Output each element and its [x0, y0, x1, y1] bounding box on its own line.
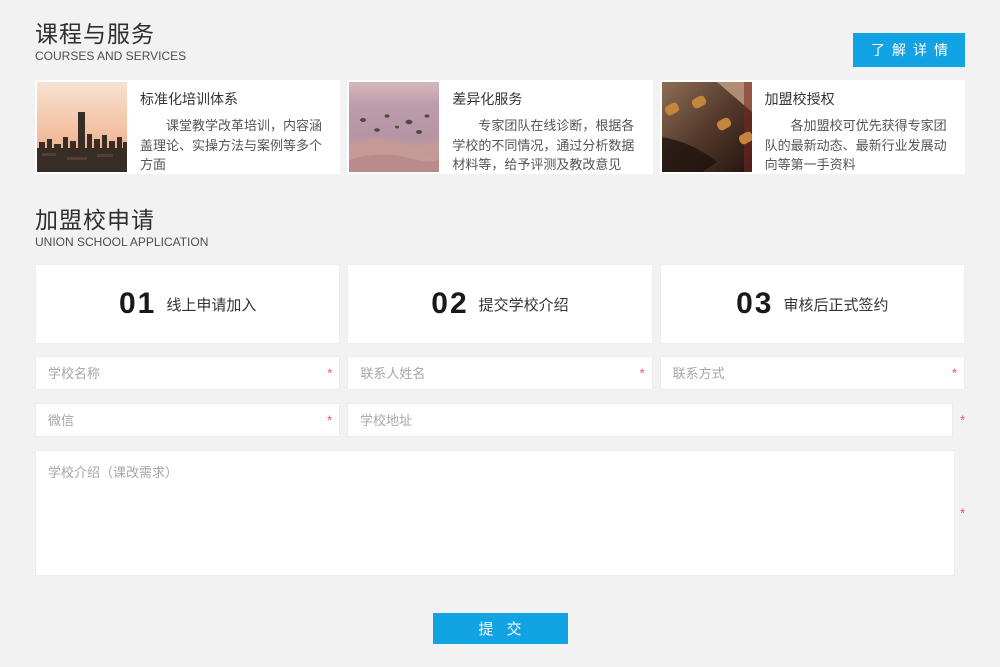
required-asterisk: *: [640, 367, 645, 380]
card-title: 加盟校授权: [765, 89, 953, 109]
step-sign-contract: 03 审核后正式签约: [660, 264, 965, 344]
contact-method-input[interactable]: [660, 356, 965, 390]
card-text: 课堂教学改革培训，内容涵盖理论、实操方法与案例等多个方面: [140, 116, 328, 175]
school-address-field-wrap: *: [347, 403, 965, 437]
required-asterisk: *: [960, 507, 965, 520]
courses-title: 课程与服务: [35, 21, 186, 47]
contact-name-input[interactable]: [347, 356, 652, 390]
submit-row: 提交: [35, 613, 965, 644]
card-franchise-authorization: 加盟校授权 各加盟校可优先获得专家团队的最新动态、最新行业发展动向等第一手资料: [660, 80, 965, 174]
required-asterisk: *: [327, 367, 332, 380]
required-asterisk: *: [960, 414, 965, 427]
courses-subtitle: COURSES AND SERVICES: [35, 49, 186, 63]
application-section-header: 加盟校申请 UNION SCHOOL APPLICATION: [35, 207, 965, 249]
application-title: 加盟校申请: [35, 207, 965, 233]
step-number: 03: [736, 287, 773, 321]
card-text: 各加盟校可优先获得专家团队的最新动态、最新行业发展动向等第一手资料: [765, 116, 953, 175]
school-name-input[interactable]: [35, 356, 340, 390]
card-standardized-training: 标准化培训体系 课堂教学改革培训，内容涵盖理论、实操方法与案例等多个方面: [35, 80, 340, 174]
card-text: 专家团队在线诊断，根据各学校的不同情况，通过分析数据材料等，给予评测及教改意见: [452, 116, 640, 175]
step-apply-online: 01 线上申请加入: [35, 264, 340, 344]
step-submit-introduction: 02 提交学校介绍: [347, 264, 652, 344]
submit-button[interactable]: 提交: [433, 613, 568, 644]
contact-method-field-wrap: *: [660, 356, 965, 390]
film-strip-image: [662, 82, 752, 172]
step-label: 审核后正式签约: [784, 294, 889, 315]
contact-name-field-wrap: *: [347, 356, 652, 390]
city-skyline-image: [37, 82, 127, 172]
page-container: 课程与服务 COURSES AND SERVICES 了解详情: [35, 0, 965, 644]
step-label: 提交学校介绍: [479, 294, 569, 315]
form-row-2: * *: [35, 403, 965, 437]
required-asterisk: *: [952, 367, 957, 380]
required-asterisk: *: [327, 414, 332, 427]
school-address-input[interactable]: [347, 403, 953, 437]
learn-more-button[interactable]: 了解详情: [853, 33, 965, 67]
courses-heading-block: 课程与服务 COURSES AND SERVICES: [35, 21, 186, 63]
form-row-1: * * *: [35, 356, 965, 390]
wechat-input[interactable]: [35, 403, 340, 437]
card-body: 差异化服务 专家团队在线诊断，根据各学校的不同情况，通过分析数据材料等，给予评测…: [439, 82, 650, 172]
application-subtitle: UNION SCHOOL APPLICATION: [35, 235, 965, 249]
card-title: 差异化服务: [452, 89, 640, 109]
step-number: 02: [431, 287, 468, 321]
school-introduction-field-wrap: *: [35, 450, 965, 576]
card-title: 标准化培训体系: [140, 89, 328, 109]
desert-dunes-image: [349, 82, 439, 172]
wechat-field-wrap: *: [35, 403, 340, 437]
card-body: 标准化培训体系 课堂教学改革培训，内容涵盖理论、实操方法与案例等多个方面: [127, 82, 338, 172]
card-body: 加盟校授权 各加盟校可优先获得专家团队的最新动态、最新行业发展动向等第一手资料: [752, 82, 963, 172]
step-label: 线上申请加入: [166, 294, 256, 315]
application-form: * * * * * * 提交: [35, 356, 965, 644]
application-steps-row: 01 线上申请加入 02 提交学校介绍 03 审核后正式签约: [35, 264, 965, 344]
courses-section-header: 课程与服务 COURSES AND SERVICES 了解详情: [35, 0, 965, 67]
course-cards-row: 标准化培训体系 课堂教学改革培训，内容涵盖理论、实操方法与案例等多个方面: [35, 80, 965, 174]
step-number: 01: [119, 287, 156, 321]
card-differentiated-service: 差异化服务 专家团队在线诊断，根据各学校的不同情况，通过分析数据材料等，给予评测…: [347, 80, 652, 174]
school-name-field-wrap: *: [35, 356, 340, 390]
school-introduction-textarea[interactable]: [35, 450, 955, 576]
